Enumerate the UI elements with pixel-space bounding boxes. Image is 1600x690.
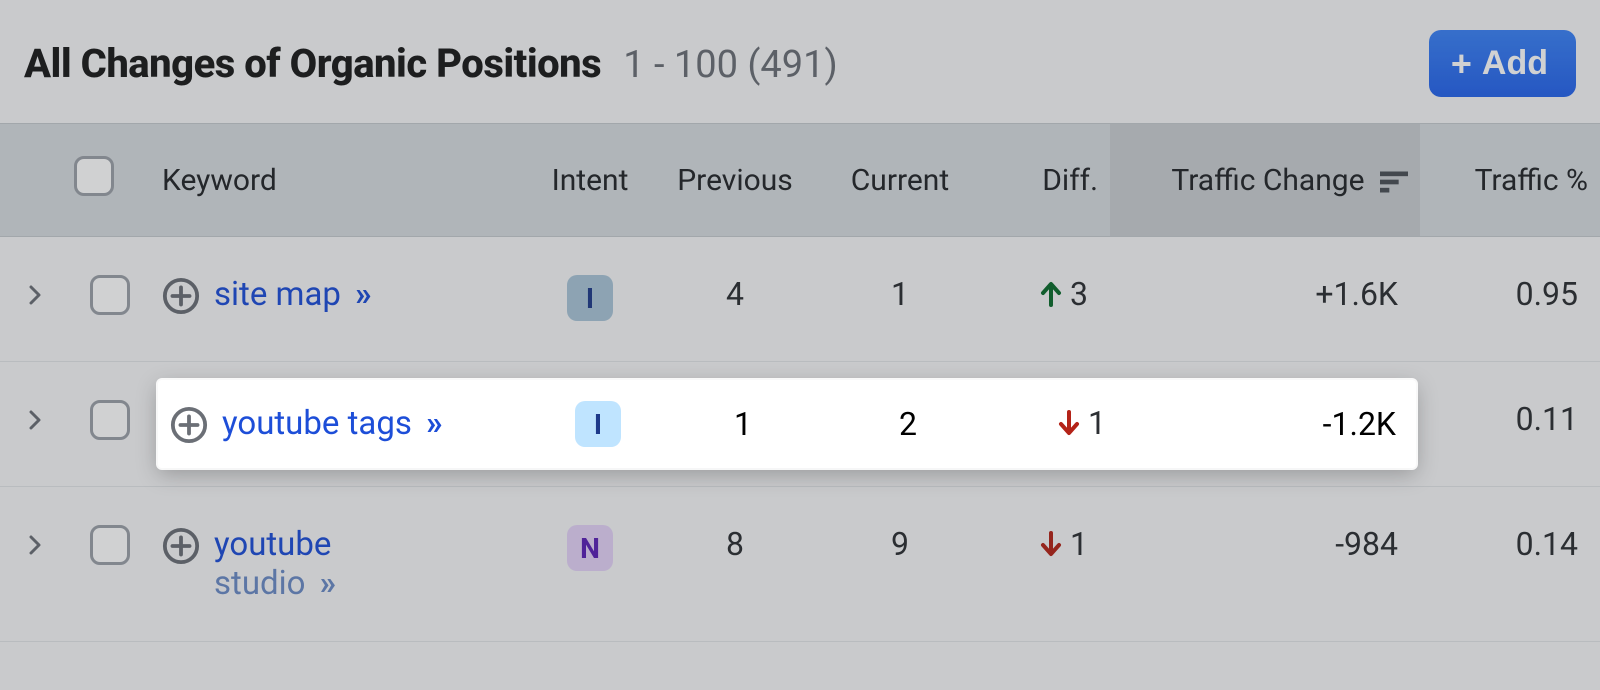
sort-desc-icon bbox=[1372, 163, 1408, 198]
previous-position: 1 bbox=[658, 405, 828, 443]
diff-value: 3 bbox=[1040, 275, 1088, 313]
expand-row-icon[interactable] bbox=[15, 275, 55, 315]
traffic-change: +1.6K bbox=[1110, 237, 1420, 362]
col-traffic-change[interactable]: Traffic Change bbox=[1110, 124, 1420, 237]
table-row: site map » I 4 1 3 +1.6K 0.95 bbox=[0, 237, 1600, 362]
serp-open-icon[interactable]: » bbox=[426, 404, 439, 443]
col-keyword[interactable]: Keyword bbox=[150, 124, 530, 237]
traffic-change: -984 bbox=[1110, 487, 1420, 642]
keyword-link[interactable]: site map » bbox=[214, 275, 368, 314]
col-previous[interactable]: Previous bbox=[650, 124, 820, 237]
page-range: 1 - 100 (491) bbox=[623, 43, 838, 87]
highlighted-row: youtube tags » I 1 2 1 -1.2K bbox=[158, 380, 1416, 468]
keyword-text-secondary: studio bbox=[214, 564, 305, 603]
col-diff[interactable]: Diff. bbox=[980, 124, 1110, 237]
add-keyword-button[interactable]: + Add bbox=[1429, 30, 1576, 97]
add-button-label: Add bbox=[1482, 44, 1548, 83]
add-to-list-icon[interactable] bbox=[162, 527, 200, 565]
current-position: 1 bbox=[820, 237, 980, 362]
traffic-pct: 0.11 bbox=[1420, 362, 1600, 487]
intent-badge: I bbox=[575, 401, 621, 447]
previous-position: 4 bbox=[650, 237, 820, 362]
intent-badge: N bbox=[567, 525, 613, 571]
traffic-change: -1.2K bbox=[1118, 405, 1418, 443]
intent-badge: I bbox=[567, 275, 613, 321]
arrow-down-icon bbox=[1040, 531, 1062, 557]
col-select-all[interactable] bbox=[70, 124, 150, 237]
keyword-text: site map bbox=[214, 275, 341, 314]
plus-icon: + bbox=[1451, 46, 1472, 82]
row-checkbox[interactable] bbox=[90, 275, 130, 315]
col-expand bbox=[0, 124, 70, 237]
row-checkbox[interactable] bbox=[90, 525, 130, 565]
page-title: All Changes of Organic Positions bbox=[24, 40, 601, 87]
serp-open-icon[interactable]: » bbox=[320, 564, 333, 603]
col-current[interactable]: Current bbox=[820, 124, 980, 237]
diff-value: 1 bbox=[1058, 404, 1106, 442]
keyword-link[interactable]: youtube studio » bbox=[214, 525, 332, 603]
col-intent[interactable]: Intent bbox=[530, 124, 650, 237]
serp-open-icon[interactable]: » bbox=[355, 275, 368, 314]
add-to-list-icon[interactable] bbox=[170, 406, 208, 444]
expand-row-icon[interactable] bbox=[15, 525, 55, 565]
arrow-up-icon bbox=[1040, 281, 1062, 307]
traffic-pct: 0.14 bbox=[1420, 487, 1600, 642]
keyword-text: youtube bbox=[214, 525, 331, 564]
col-traffic-pct[interactable]: Traffic % bbox=[1420, 124, 1600, 237]
expand-row-icon[interactable] bbox=[15, 400, 55, 440]
table-header-row: Keyword Intent Previous Current Diff. Tr… bbox=[0, 124, 1600, 237]
keyword-text: youtube tags bbox=[222, 404, 412, 443]
current-position: 9 bbox=[820, 487, 980, 642]
traffic-pct: 0.95 bbox=[1420, 237, 1600, 362]
keyword-link[interactable]: youtube tags » bbox=[222, 404, 439, 443]
diff-value: 1 bbox=[1040, 525, 1088, 563]
current-position: 2 bbox=[828, 405, 988, 443]
add-to-list-icon[interactable] bbox=[162, 277, 200, 315]
page-header: All Changes of Organic Positions 1 - 100… bbox=[0, 0, 1600, 123]
arrow-down-icon bbox=[1058, 410, 1080, 436]
row-checkbox[interactable] bbox=[90, 400, 130, 440]
select-all-checkbox[interactable] bbox=[74, 156, 114, 196]
col-traffic-change-label: Traffic Change bbox=[1171, 163, 1364, 198]
previous-position: 8 bbox=[650, 487, 820, 642]
table-row: youtube studio » N 8 9 1 -984 0.14 bbox=[0, 487, 1600, 642]
